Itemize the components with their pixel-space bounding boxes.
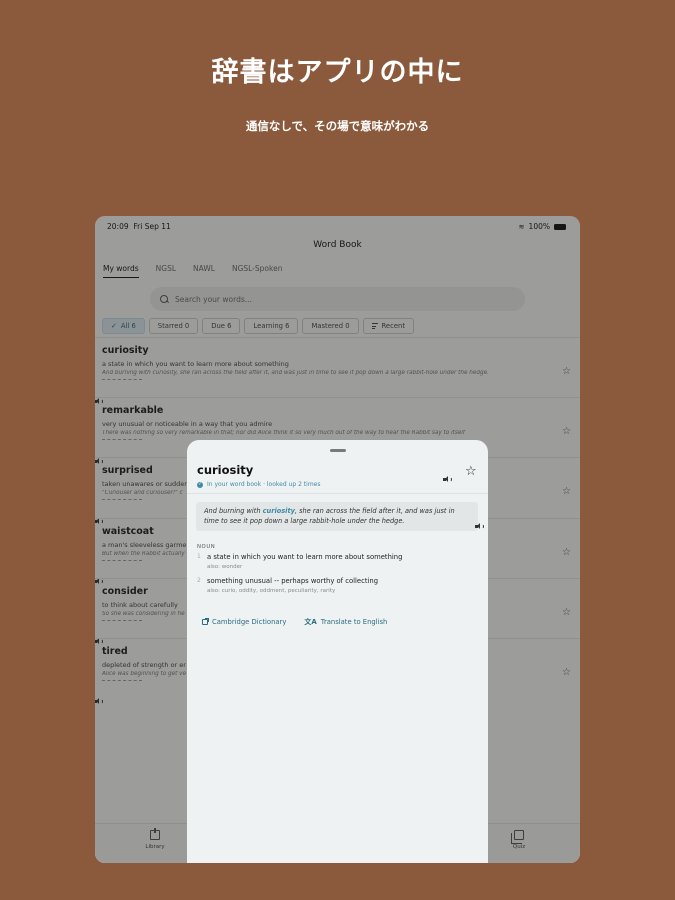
cambridge-dictionary-link[interactable]: Cambridge Dictionary bbox=[202, 617, 286, 627]
check-circle-icon: ✓ bbox=[197, 481, 203, 488]
speaker-icon[interactable] bbox=[443, 475, 453, 483]
sheet-grabber[interactable] bbox=[330, 449, 346, 452]
external-link-icon bbox=[202, 618, 209, 625]
star-icon[interactable]: ☆ bbox=[465, 465, 477, 478]
example-highlight: curiosity bbox=[262, 507, 295, 515]
translate-link[interactable]: 文A Translate to English bbox=[304, 617, 387, 627]
example-speaker-icon[interactable] bbox=[475, 522, 485, 530]
word-detail-sheet: curiosity ✓ In your word book · looked u… bbox=[187, 440, 488, 863]
divider bbox=[187, 493, 488, 494]
external-links: Cambridge Dictionary 文A Translate to Engl… bbox=[202, 617, 387, 627]
sheet-word: curiosity bbox=[197, 463, 254, 477]
example-sentence: And burning with curiosity, she ran acro… bbox=[196, 502, 478, 531]
part-of-speech: NOUN bbox=[197, 544, 216, 550]
hero-subtitle: 通信なしで、その場で意味がわかる bbox=[245, 119, 430, 133]
hero-title: 辞書はアプリの中に bbox=[211, 57, 464, 88]
translate-icon: 文A bbox=[304, 618, 317, 626]
sheet-status: ✓ In your word book · looked up 2 times bbox=[197, 481, 321, 488]
